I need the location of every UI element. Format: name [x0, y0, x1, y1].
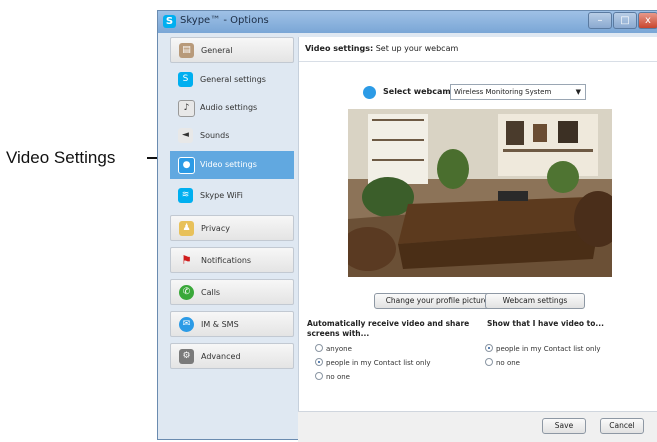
minimize-button[interactable]: – — [588, 12, 612, 29]
panel-header-subtitle: Set up your webcam — [373, 44, 459, 53]
options-sidebar: ▤ General S General settings ♪ Audio set… — [170, 37, 294, 437]
skype-icon: S — [163, 15, 176, 28]
microphone-icon: ♪ — [178, 100, 195, 117]
receive-option-no-one[interactable]: no one — [315, 371, 350, 383]
show-option-no-one[interactable]: no one — [485, 357, 520, 369]
select-webcam-label: Select webcam: — [383, 87, 454, 96]
radio-label: no one — [496, 359, 520, 367]
callout-label: Video Settings — [6, 148, 116, 167]
sidebar-item-label: Privacy — [201, 224, 230, 233]
sidebar-item-audio-settings[interactable]: ♪ Audio settings — [170, 95, 294, 121]
panel-header: Video settings: Set up your webcam — [299, 37, 657, 62]
title-bar: S Skype™ - Options – □ x — [158, 11, 657, 33]
webcam-select[interactable]: Wireless Monitoring System ▼ — [450, 84, 586, 100]
radio-label: people in my Contact list only — [326, 359, 431, 367]
sidebar-item-privacy[interactable]: ♟ Privacy — [170, 215, 294, 241]
sidebar-item-sounds[interactable]: ◄ Sounds — [170, 123, 294, 149]
radio-button[interactable] — [315, 344, 323, 352]
show-option-contacts[interactable]: people in my Contact list only — [485, 343, 601, 355]
sidebar-item-skype-wifi[interactable]: ≋ Skype WiFi — [170, 183, 294, 209]
video-settings-panel: Video settings: Set up your webcam Selec… — [298, 37, 657, 435]
receive-option-contacts[interactable]: people in my Contact list only — [315, 357, 431, 369]
radio-button[interactable] — [485, 358, 493, 366]
wifi-icon: ≋ — [178, 188, 193, 203]
sidebar-item-general-settings[interactable]: S General settings — [170, 67, 294, 93]
radio-button[interactable] — [485, 344, 493, 352]
sidebar-item-label: General — [201, 46, 233, 55]
webcam-settings-button[interactable]: Webcam settings — [485, 293, 585, 309]
sidebar-item-label: Sounds — [200, 131, 230, 140]
sidebar-item-label: Calls — [201, 288, 221, 297]
change-profile-picture-button[interactable]: Change your profile picture — [374, 293, 500, 309]
sidebar-item-video-settings[interactable]: ● Video settings — [170, 151, 294, 179]
sidebar-item-label: Advanced — [201, 352, 241, 361]
chat-icon: ✉ — [179, 317, 194, 332]
radio-button[interactable] — [315, 372, 323, 380]
sidebar-item-label: Skype WiFi — [200, 191, 243, 200]
sidebar-item-general[interactable]: ▤ General — [170, 37, 294, 63]
window-title: Skype™ - Options — [180, 15, 269, 26]
sidebar-item-im-sms[interactable]: ✉ IM & SMS — [170, 311, 294, 337]
close-button[interactable]: x — [638, 12, 657, 29]
phone-icon: ✆ — [179, 285, 194, 300]
general-icon: ▤ — [179, 43, 194, 58]
gear-icon: ⚙ — [179, 349, 194, 364]
sidebar-item-label: General settings — [200, 75, 266, 84]
receive-option-anyone[interactable]: anyone — [315, 343, 352, 355]
chevron-down-icon: ▼ — [575, 88, 581, 96]
video-preview — [348, 109, 612, 277]
webcam-select-value: Wireless Monitoring System — [454, 88, 552, 96]
sidebar-item-label: Notifications — [201, 256, 252, 265]
privacy-icon: ♟ — [179, 221, 194, 236]
cancel-button[interactable]: Cancel — [600, 418, 644, 434]
sidebar-item-label: IM & SMS — [201, 320, 239, 329]
radio-label: people in my Contact list only — [496, 345, 601, 353]
receive-video-title: Automatically receive video and share sc… — [307, 319, 470, 338]
radio-label: anyone — [326, 345, 352, 353]
radio-label: no one — [326, 373, 350, 381]
sidebar-item-advanced[interactable]: ⚙ Advanced — [170, 343, 294, 369]
webcam-icon: ● — [178, 157, 195, 174]
save-button[interactable]: Save — [542, 418, 586, 434]
webcam-preview-image — [348, 109, 612, 277]
webcam-icon — [363, 86, 376, 99]
options-window: S Skype™ - Options – □ x ▤ General S Gen… — [157, 10, 657, 442]
flag-icon: ⚑ — [181, 253, 192, 267]
sidebar-item-calls[interactable]: ✆ Calls — [170, 279, 294, 305]
sidebar-item-notifications[interactable]: ⚑ Notifications — [170, 247, 294, 273]
sidebar-item-label: Audio settings — [200, 103, 258, 112]
panel-header-title: Video settings: — [305, 44, 374, 53]
skype-icon: S — [178, 72, 193, 87]
dialog-footer: Save Cancel — [298, 411, 657, 442]
show-video-title: Show that I have video to... — [487, 319, 604, 328]
speaker-icon: ◄ — [178, 128, 193, 143]
maximize-button[interactable]: □ — [613, 12, 637, 29]
sidebar-item-label: Video settings — [200, 160, 257, 169]
radio-button[interactable] — [315, 358, 323, 366]
